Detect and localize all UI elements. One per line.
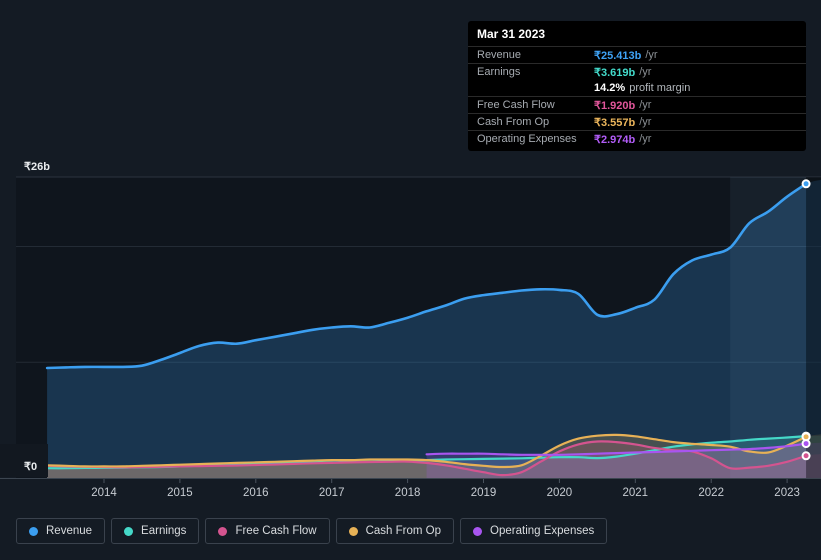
hover-highlight-band [730, 177, 807, 478]
legend-item-revenue[interactable]: Revenue [16, 518, 106, 544]
legend-item-earnings[interactable]: Earnings [111, 518, 200, 544]
legend-item-label: Operating Expenses [490, 525, 595, 537]
x-tick-label: 2020 [547, 487, 573, 499]
tooltip-row-cash-from-op: Cash From Op ₹3.557b /yr [468, 113, 806, 130]
legend-item-cash-from-op[interactable]: Cash From Op [335, 518, 455, 544]
x-tick-label: 2014 [91, 487, 117, 499]
x-tick-label: 2022 [698, 487, 724, 499]
legend-item-label: Revenue [46, 525, 93, 537]
earnings-dot-icon [124, 526, 134, 536]
free-cash-flow-dot-icon [218, 526, 228, 536]
end-marker-opex[interactable] [801, 439, 811, 449]
tooltip-date: Mar 31 2023 [477, 27, 546, 41]
end-marker-revenue[interactable] [801, 179, 811, 189]
tooltip-row-operating-expenses: Operating Expenses ₹2.974b /yr [468, 130, 806, 147]
x-tick-label: 2018 [395, 487, 421, 499]
y-zero-label: ₹0 [24, 461, 37, 473]
cash-from-op-dot-icon [348, 526, 358, 536]
legend-item-operating-expenses[interactable]: Operating Expenses [460, 518, 608, 544]
chart-page: 2014 2015 2016 2017 2018 2019 2020 2021 2022 2023… [0, 0, 821, 560]
legend: Revenue Earnings Free Cash Flow Cash Fro… [16, 518, 608, 544]
legend-item-label: Earnings [141, 525, 187, 537]
legend-item-free-cash-flow[interactable]: Free Cash Flow [205, 518, 330, 544]
x-tick-label: 2019 [471, 487, 497, 499]
x-tick-label: 2016 [243, 487, 269, 499]
tooltip-row-revenue: Revenue ₹25.413b /yr [468, 46, 806, 63]
end-marker-fcf[interactable] [801, 451, 811, 461]
revenue-dot-icon [29, 526, 38, 536]
tooltip-row-profit-margin: 14.2% profit margin [594, 82, 691, 94]
legend-item-label: Cash From Op [365, 525, 442, 537]
y-max-label: ₹26b [24, 161, 50, 173]
x-tick-label: 2017 [319, 487, 345, 499]
tooltip-row-earnings: Earnings ₹3.619b /yr [468, 63, 806, 80]
x-tick-label: 2021 [623, 487, 649, 499]
tooltip: Mar 31 2023 Revenue ₹25.413b /yr Earning… [468, 21, 806, 151]
tooltip-row-free-cash-flow: Free Cash Flow ₹1.920b /yr [468, 96, 806, 113]
x-tick-label: 2023 [774, 487, 800, 499]
x-tick-label: 2015 [167, 487, 193, 499]
operating-expenses-dot-icon [473, 526, 483, 536]
legend-item-label: Free Cash Flow [235, 525, 317, 537]
